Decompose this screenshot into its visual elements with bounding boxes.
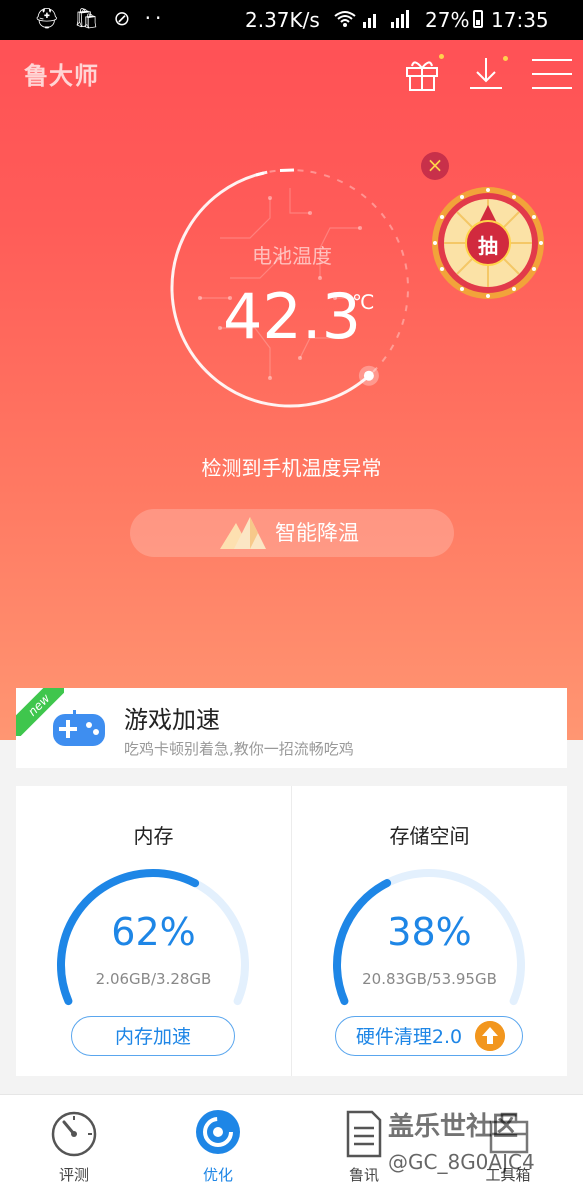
notification-dot — [503, 56, 508, 61]
memory-detail: 2.06GB/3.28GB — [95, 970, 212, 988]
hardware-clean-label: 硬件清理2.0 — [355, 1026, 463, 1048]
signal-icons — [333, 8, 419, 34]
status-bar: ⛑ 🛍 ⊘ ·· 2.37K/s 27% 17:35 — [0, 0, 583, 40]
menu-icon[interactable] — [532, 54, 572, 94]
battery-level: 27% — [425, 8, 470, 32]
gift-icon[interactable] — [402, 54, 444, 94]
game-boost-title: 游戏加速 — [124, 706, 220, 734]
lottery-label: 抽 — [478, 234, 498, 258]
smart-cool-label: 智能降温 — [275, 521, 359, 545]
notification-dot — [439, 54, 444, 59]
memory-boost-button[interactable]: 内存加速 — [71, 1016, 235, 1056]
temperature-warning: 检测到手机温度异常 — [201, 456, 382, 480]
storage-percent: 38% — [387, 910, 472, 954]
memory-percent: 62% — [111, 910, 196, 954]
news-icon — [346, 1110, 382, 1158]
nav-label-optimize: 优化 — [202, 1166, 233, 1184]
smart-cool-button[interactable]: 智能降温 — [130, 509, 454, 557]
mountain-icon — [220, 517, 266, 549]
gauge-label: 电池温度 — [252, 244, 332, 268]
optimize-icon — [196, 1110, 240, 1154]
gamepad-icon — [53, 710, 105, 746]
nav-label-review: 评测 — [58, 1166, 89, 1184]
speedometer-icon — [51, 1111, 97, 1157]
watermark-handle: @GC_8G0AJC4 — [388, 1150, 535, 1174]
upgrade-arrow-icon — [475, 1021, 505, 1051]
memory-title: 内存 — [133, 824, 174, 848]
storage-detail: 20.83GB/53.95GB — [362, 970, 497, 988]
battery-icon — [473, 10, 483, 28]
close-icon[interactable]: × — [421, 152, 449, 180]
download-icon[interactable] — [466, 54, 508, 94]
game-boost-subtitle: 吃鸡卡顿别着急,教你一招流畅吃鸡 — [124, 740, 354, 758]
status-left-icons: ⛑ 🛍 ⊘ ·· — [34, 6, 166, 30]
network-speed: 2.37K/s — [245, 8, 320, 32]
clock: 17:35 — [491, 8, 549, 32]
watermark-title: 盖乐世社区 — [388, 1112, 519, 1142]
temperature-unit: ℃ — [352, 290, 375, 314]
app-logo: 鲁大师 — [24, 62, 99, 90]
storage-title: 存储空间 — [389, 824, 470, 848]
